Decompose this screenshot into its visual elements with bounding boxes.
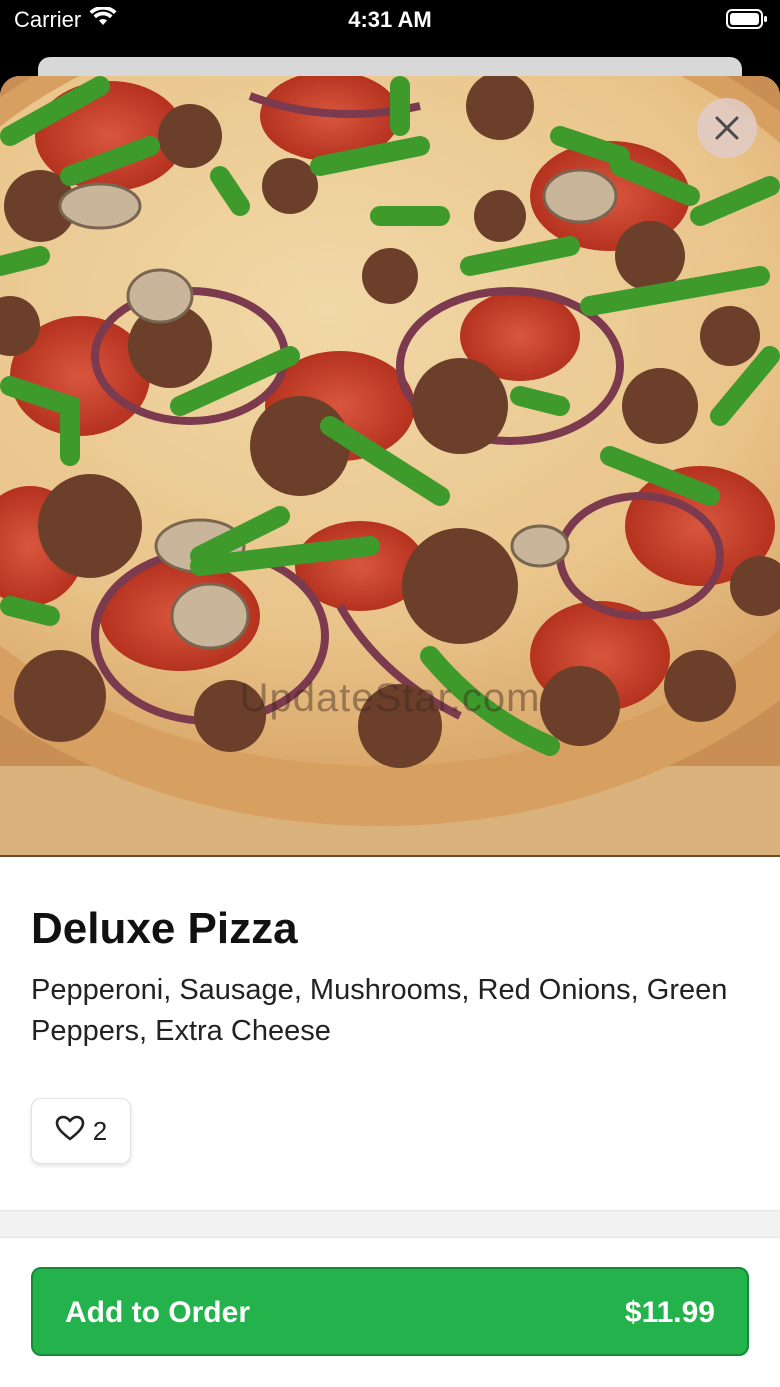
section-divider — [0, 1210, 780, 1238]
close-icon — [714, 115, 740, 141]
status-time: 4:31 AM — [348, 7, 432, 32]
add-to-order-button[interactable]: Add to Order $11.99 — [31, 1267, 749, 1356]
like-count: 2 — [92, 1115, 108, 1146]
item-description: Pepperoni, Sausage, Mushrooms, Red Onion… — [31, 974, 728, 1047]
app-screen: Carrier 4:31 AM UpdateStar.com Deluxe Pi… — [0, 0, 780, 1387]
heart-icon — [55, 1115, 85, 1148]
item-detail-sheet: UpdateStar.com Deluxe Pizza Pepperoni, S… — [0, 76, 780, 1387]
close-button[interactable] — [697, 98, 757, 158]
status-bar: Carrier 4:31 AM — [0, 0, 780, 40]
price-label: $11.99 — [624, 1296, 715, 1329]
item-title: Deluxe Pizza — [31, 904, 298, 953]
add-to-order-label: Add to Order — [65, 1296, 250, 1329]
watermark-text: UpdateStar.com — [239, 676, 541, 720]
pizza-photo: UpdateStar.com — [0, 76, 780, 857]
like-button[interactable]: 2 — [31, 1098, 131, 1164]
battery-icon — [726, 9, 767, 29]
